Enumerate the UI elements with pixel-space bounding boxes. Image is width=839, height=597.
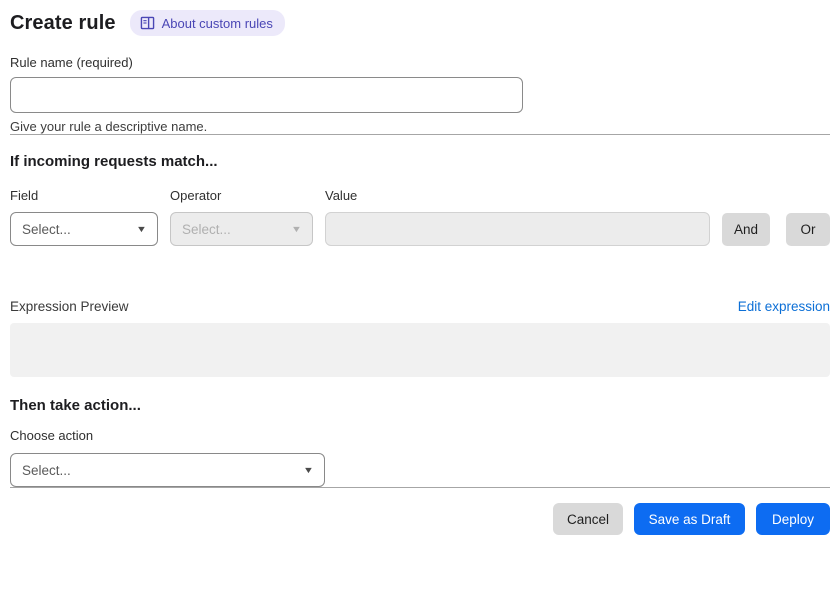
- about-custom-rules-label: About custom rules: [161, 15, 273, 31]
- page-title: Create rule: [10, 11, 116, 34]
- expression-labels-row: Field Operator Value: [10, 188, 830, 203]
- field-select-value: Select...: [22, 221, 71, 237]
- choose-action-label: Choose action: [10, 428, 94, 443]
- chevron-down-icon: ▼: [135, 224, 148, 234]
- choose-action-select[interactable]: Select... ▼: [10, 453, 325, 487]
- field-select[interactable]: Select... ▼: [10, 212, 158, 246]
- book-icon: [140, 16, 155, 30]
- rule-name-help: Give your rule a descriptive name.: [10, 119, 208, 134]
- and-button[interactable]: And: [722, 212, 770, 246]
- action-section-heading: Then take action...: [10, 397, 141, 414]
- or-button[interactable]: Or: [786, 212, 830, 246]
- match-section-heading: If incoming requests match...: [10, 153, 218, 170]
- section-divider: [10, 134, 830, 135]
- deploy-button[interactable]: Deploy: [756, 503, 830, 535]
- operator-select: Select... ▼: [170, 212, 313, 246]
- field-label: Field: [10, 188, 39, 203]
- expression-controls-row: Select... ▼ Select... ▼ And Or: [10, 212, 830, 246]
- page-header: Create rule About custom rules: [10, 10, 830, 36]
- operator-select-value: Select...: [182, 221, 231, 237]
- expression-preview-header: Expression Preview Edit expression: [10, 299, 830, 314]
- edit-expression-link[interactable]: Edit expression: [738, 299, 830, 314]
- value-input: [325, 212, 710, 246]
- expression-preview-box: [10, 323, 830, 377]
- value-label: Value: [325, 188, 358, 203]
- chevron-down-icon: ▼: [290, 224, 303, 234]
- footer-divider: [10, 487, 830, 488]
- choose-action-select-value: Select...: [22, 462, 71, 478]
- chevron-down-icon: ▼: [302, 465, 315, 475]
- about-custom-rules-link[interactable]: About custom rules: [129, 10, 285, 36]
- rule-name-input[interactable]: [10, 77, 523, 113]
- save-as-draft-button[interactable]: Save as Draft: [634, 503, 745, 535]
- operator-label: Operator: [170, 188, 222, 203]
- cancel-button[interactable]: Cancel: [553, 503, 623, 535]
- footer-actions: Cancel Save as Draft Deploy: [10, 503, 830, 535]
- rule-name-label: Rule name (required): [10, 55, 133, 70]
- create-rule-page: Create rule About custom rules Rule name…: [0, 0, 839, 535]
- expression-preview-label: Expression Preview: [10, 299, 129, 314]
- rule-name-section: Rule name (required) Give your rule a de…: [10, 55, 830, 134]
